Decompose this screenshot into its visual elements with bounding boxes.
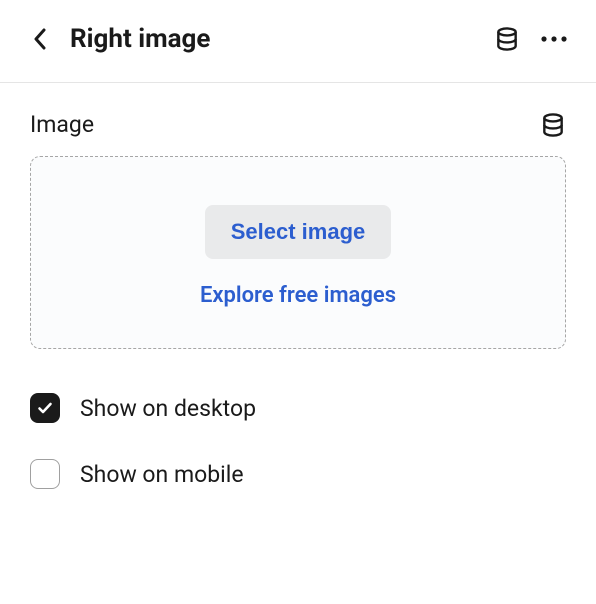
select-image-button[interactable]: Select image xyxy=(205,205,392,259)
more-options-button[interactable] xyxy=(540,35,568,43)
show-on-desktop-checkbox[interactable] xyxy=(30,393,60,423)
panel-header: Right image xyxy=(0,0,596,83)
panel-content: Image Select image Explore free images S… xyxy=(0,83,596,553)
show-on-desktop-option: Show on desktop xyxy=(30,393,566,423)
more-horizontal-icon xyxy=(540,35,568,43)
panel-title: Right image xyxy=(70,24,210,54)
image-dropzone[interactable]: Select image Explore free images xyxy=(30,156,566,349)
show-on-mobile-label: Show on mobile xyxy=(80,461,244,488)
back-button[interactable] xyxy=(28,27,52,51)
image-dynamic-source-button[interactable] xyxy=(540,112,566,138)
show-on-mobile-option: Show on mobile xyxy=(30,459,566,489)
database-icon xyxy=(540,112,566,138)
image-section-label: Image xyxy=(30,111,94,138)
image-section-header: Image xyxy=(30,111,566,138)
show-on-desktop-label: Show on desktop xyxy=(80,395,256,422)
database-button[interactable] xyxy=(494,26,520,52)
explore-free-images-link[interactable]: Explore free images xyxy=(200,283,396,308)
header-right-group xyxy=(494,26,568,52)
chevron-left-icon xyxy=(33,28,47,50)
show-on-mobile-checkbox[interactable] xyxy=(30,459,60,489)
database-icon xyxy=(494,26,520,52)
header-left-group: Right image xyxy=(28,24,210,54)
check-icon xyxy=(36,399,54,417)
